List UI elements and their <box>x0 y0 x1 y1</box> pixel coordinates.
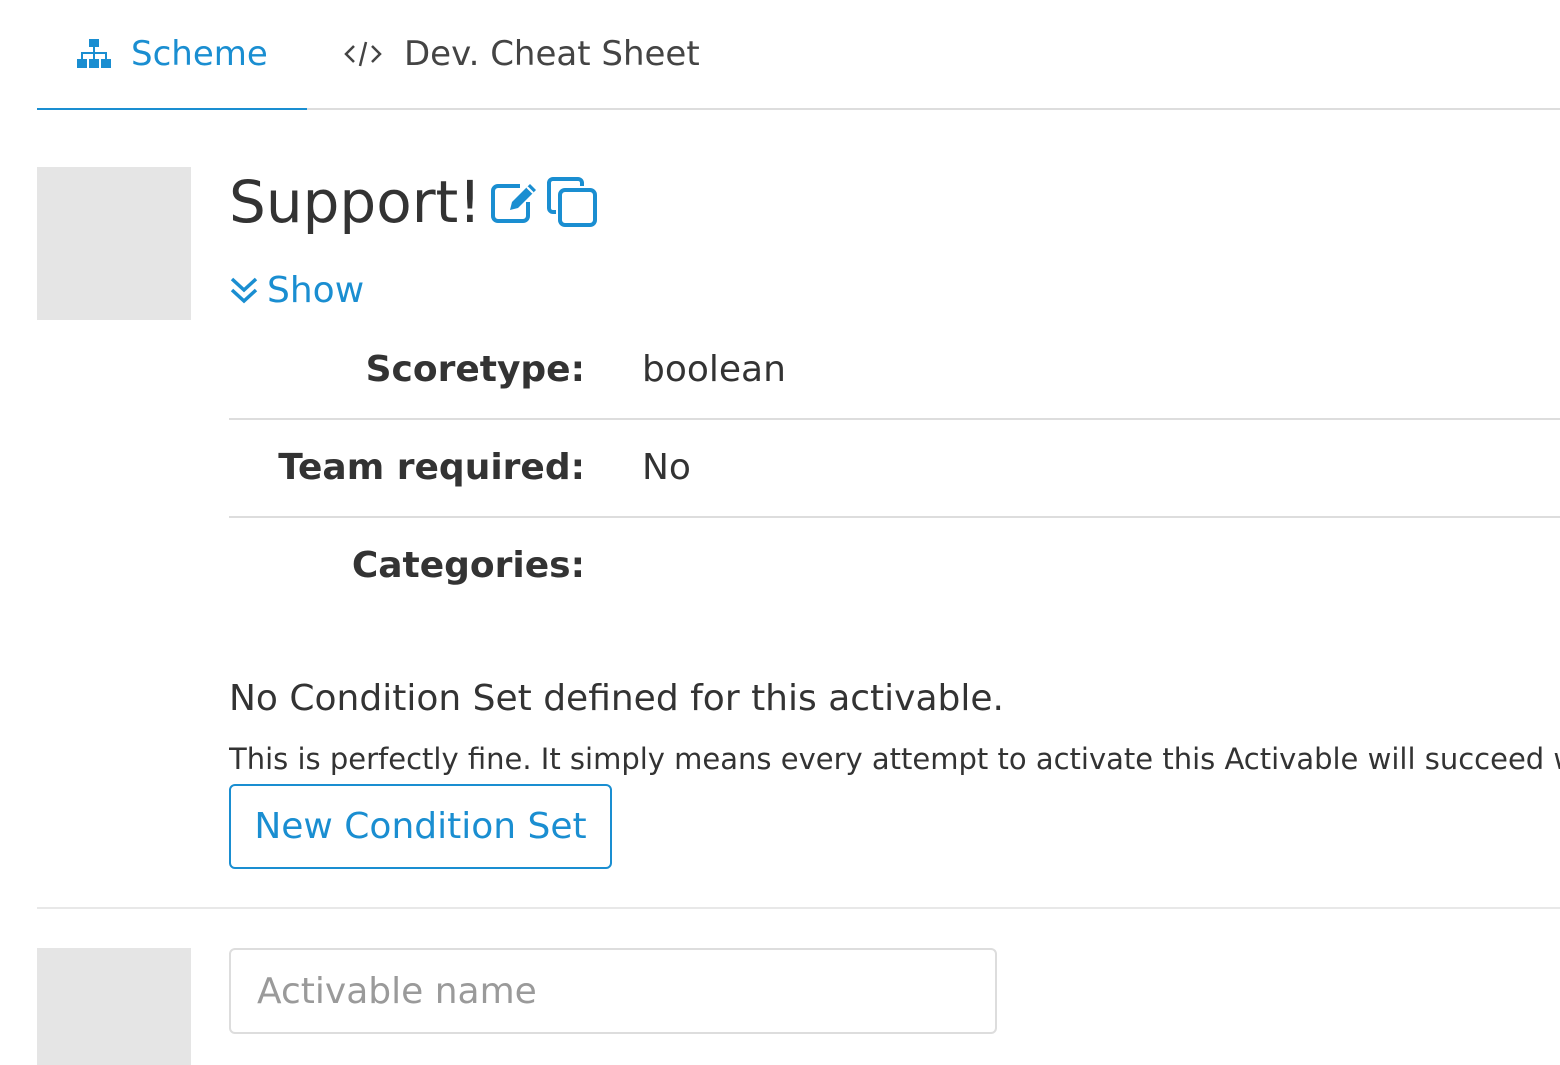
activable-header: Support! <box>229 166 598 238</box>
no-condition-description: This is perfectly fine. It simply means … <box>229 742 1560 776</box>
property-label: Team required: <box>278 447 585 488</box>
sitemap-icon <box>77 39 111 69</box>
show-toggle[interactable]: Show <box>229 270 364 311</box>
property-row-team-required: Team required: No <box>229 420 1560 518</box>
property-row-categories: Categories: <box>229 518 1560 614</box>
section-divider <box>37 907 1560 909</box>
code-icon <box>344 39 382 69</box>
edit-icon[interactable] <box>490 180 540 224</box>
double-chevron-down-icon <box>229 276 259 306</box>
tab-dev-cheat-sheet-label: Dev. Cheat Sheet <box>404 34 700 74</box>
activable-title: Support! <box>229 168 482 236</box>
property-label: Scoretype: <box>365 349 585 390</box>
activable-image-placeholder[interactable] <box>37 167 191 320</box>
tab-bar: Scheme Dev. Cheat Sheet <box>37 0 1560 110</box>
property-label: Categories: <box>351 545 585 586</box>
tab-scheme[interactable]: Scheme <box>37 0 307 110</box>
property-value: No <box>642 447 691 488</box>
tab-scheme-label: Scheme <box>131 34 268 74</box>
show-label: Show <box>267 270 365 311</box>
property-row-scoretype: Scoretype: boolean <box>229 322 1560 420</box>
activable-name-input[interactable] <box>229 948 997 1034</box>
tab-dev-cheat-sheet[interactable]: Dev. Cheat Sheet <box>344 0 700 108</box>
new-condition-set-button[interactable]: New Condition Set <box>229 784 612 869</box>
properties-table: Scoretype: boolean Team required: No Cat… <box>229 322 1560 614</box>
new-activable-image-placeholder[interactable] <box>37 948 191 1065</box>
copy-icon[interactable] <box>546 176 598 228</box>
property-value: boolean <box>642 349 786 390</box>
no-condition-title: No Condition Set defined for this activa… <box>229 678 1004 719</box>
